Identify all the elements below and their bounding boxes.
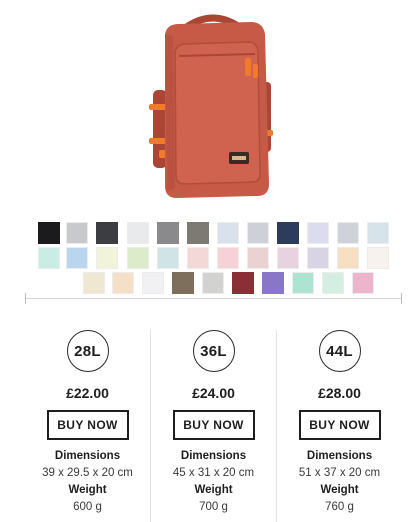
color-swatch[interactable]: [96, 222, 118, 244]
size-badge: 36L: [192, 330, 235, 372]
size-option-44l: 44L £28.00 BUY NOW Dimensions 51 x 37 x …: [277, 330, 402, 520]
dimensions-label: Dimensions: [306, 450, 373, 462]
size-option-28l: 28L £22.00 BUY NOW Dimensions 39 x 29.5 …: [25, 330, 150, 520]
color-swatch[interactable]: [262, 272, 284, 294]
size-badge: 28L: [66, 330, 109, 372]
color-swatch[interactable]: [157, 247, 179, 269]
color-swatch[interactable]: [367, 222, 389, 244]
color-swatch[interactable]: [292, 272, 314, 294]
color-swatch[interactable]: [352, 272, 374, 294]
weight-value: 760 g: [325, 501, 354, 513]
weight-label: Weight: [194, 484, 233, 496]
color-swatch[interactable]: [232, 272, 254, 294]
dimensions-value: 39 x 29.5 x 20 cm: [42, 467, 133, 479]
color-swatch[interactable]: [38, 222, 60, 244]
color-swatch[interactable]: [277, 247, 299, 269]
divider-tick: [25, 293, 26, 304]
price: £24.00: [192, 385, 235, 401]
color-swatch[interactable]: [202, 272, 224, 294]
color-swatch[interactable]: [127, 247, 149, 269]
weight-label: Weight: [320, 484, 359, 496]
color-swatch[interactable]: [247, 247, 269, 269]
weight-value: 700 g: [199, 501, 228, 513]
color-swatch[interactable]: [142, 272, 164, 294]
color-swatch[interactable]: [112, 272, 134, 294]
color-swatch[interactable]: [187, 222, 209, 244]
section-divider: [25, 298, 402, 299]
color-swatches: [0, 0, 416, 300]
dimensions-value: 45 x 31 x 20 cm: [172, 467, 255, 479]
size-badge: 44L: [318, 330, 361, 372]
color-swatch[interactable]: [217, 222, 239, 244]
dimensions-label: Dimensions: [54, 450, 121, 462]
dimensions-label: Dimensions: [180, 450, 247, 462]
price: £22.00: [66, 385, 109, 401]
color-swatch[interactable]: [277, 222, 299, 244]
color-swatch[interactable]: [66, 222, 88, 244]
color-swatch[interactable]: [337, 247, 359, 269]
color-swatch[interactable]: [83, 272, 105, 294]
color-swatch[interactable]: [157, 222, 179, 244]
color-swatch[interactable]: [172, 272, 194, 294]
size-option-36l: 36L £24.00 BUY NOW Dimensions 45 x 31 x …: [151, 330, 276, 520]
price: £28.00: [318, 385, 361, 401]
dimensions-value: 51 x 37 x 20 cm: [298, 467, 381, 479]
color-swatch[interactable]: [38, 247, 60, 269]
buy-now-button[interactable]: BUY NOW: [298, 410, 381, 440]
buy-now-button[interactable]: BUY NOW: [46, 410, 129, 440]
color-swatch[interactable]: [127, 222, 149, 244]
color-swatch[interactable]: [307, 247, 329, 269]
divider-tick: [401, 293, 402, 304]
color-swatch[interactable]: [187, 247, 209, 269]
color-swatch[interactable]: [247, 222, 269, 244]
buy-now-button[interactable]: BUY NOW: [172, 410, 255, 440]
weight-label: Weight: [68, 484, 107, 496]
color-swatch[interactable]: [96, 247, 118, 269]
weight-value: 600 g: [73, 501, 102, 513]
color-swatch[interactable]: [367, 247, 389, 269]
color-swatch[interactable]: [217, 247, 239, 269]
color-swatch[interactable]: [337, 222, 359, 244]
color-swatch[interactable]: [322, 272, 344, 294]
color-swatch[interactable]: [66, 247, 88, 269]
color-swatch[interactable]: [307, 222, 329, 244]
